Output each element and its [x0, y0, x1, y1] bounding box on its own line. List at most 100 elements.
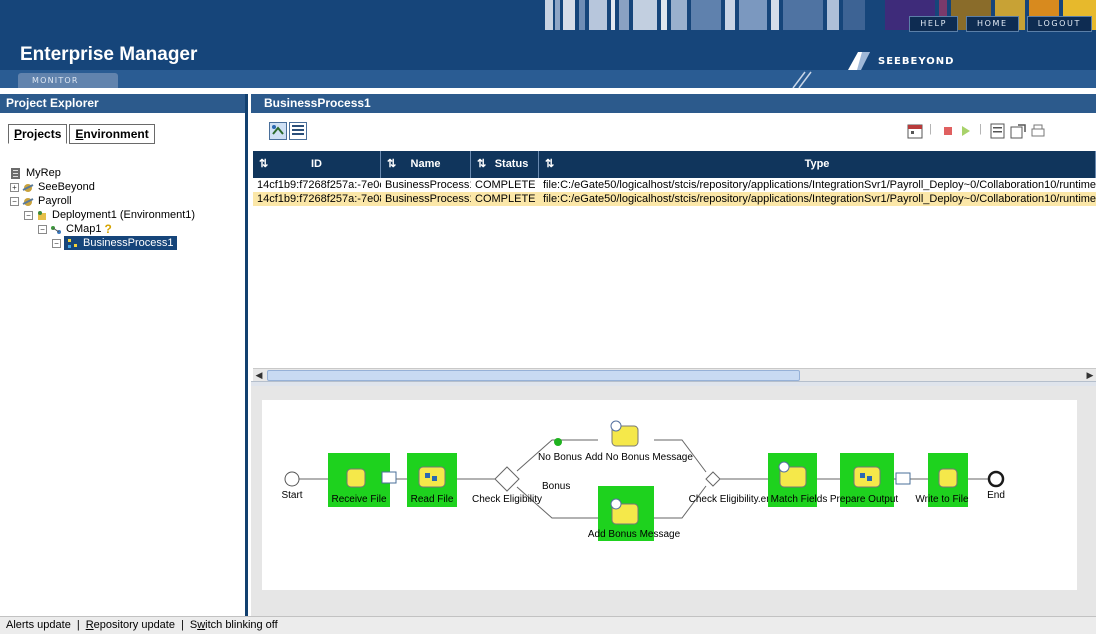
- check-eligibility-decision[interactable]: [494, 466, 520, 492]
- list-view-icon[interactable]: [289, 122, 307, 140]
- cell-name: BusinessProcess1: [385, 179, 471, 191]
- activity-label: Write to File: [915, 494, 969, 505]
- tree-item-myrep[interactable]: MyRep: [10, 166, 195, 180]
- activity-label: Prepare Output: [830, 494, 899, 505]
- project-explorer-panel: Project Explorer Projects Environment My…: [0, 94, 248, 616]
- tree-item-payroll[interactable]: − Payroll: [10, 194, 195, 208]
- expand-plus-icon[interactable]: +: [10, 182, 19, 192]
- tree-item-seebeyond[interactable]: + SeeBeyond: [10, 180, 195, 194]
- tree-item-label: SeeBeyond: [38, 181, 95, 193]
- project-explorer-title: Project Explorer: [0, 94, 245, 113]
- slash-decoration: [792, 71, 812, 88]
- table-header-row: ⇅ ID ⇅ Name ⇅ Status ⇅ Type: [253, 151, 1096, 178]
- unsaved-question-icon: ?: [104, 222, 112, 236]
- cell-id: 14cf1b9:f7268f257a:-7e08: [257, 193, 381, 205]
- cell-type: file:C:/eGate50/logicalhost/stcis/reposi…: [543, 193, 1096, 205]
- business-process-icon: [68, 238, 77, 248]
- resume-icon[interactable]: [957, 122, 975, 140]
- tree-item-cmap1[interactable]: − CMap1 ?: [38, 222, 195, 236]
- end-label: End: [987, 490, 1005, 501]
- tab-projects[interactable]: Projects: [8, 124, 68, 144]
- scroll-left-icon[interactable]: ◀: [253, 369, 265, 381]
- explorer-tabs: Projects Environment: [8, 124, 155, 144]
- merge-label: Check Eligibility.end: [689, 494, 778, 505]
- tree-item-businessprocess1[interactable]: − BusinessProcess1: [52, 236, 195, 250]
- export-icon[interactable]: [1009, 122, 1027, 140]
- home-button[interactable]: HOME: [966, 16, 1019, 32]
- toolbar: | |: [251, 113, 1096, 151]
- column-header-id[interactable]: ⇅ ID: [253, 151, 381, 178]
- repository-update-link[interactable]: Repository update: [86, 617, 175, 634]
- properties-icon[interactable]: [989, 122, 1007, 140]
- activity-label: Read File: [411, 494, 454, 505]
- project-icon: [22, 183, 34, 192]
- help-button[interactable]: HELP: [909, 16, 959, 32]
- collapse-minus-icon[interactable]: −: [52, 238, 61, 248]
- app-title: Enterprise Manager: [20, 44, 198, 65]
- sort-icon[interactable]: ⇅: [387, 151, 396, 178]
- project-tree: MyRep + SeeBeyond − Payroll − Deployment…: [10, 166, 195, 250]
- scrollbar-thumb[interactable]: [267, 370, 800, 381]
- repository-icon: [11, 167, 20, 179]
- calendar-icon[interactable]: [906, 122, 924, 140]
- tree-item-label: CMap1: [66, 223, 102, 235]
- brand-logo: SEEBEYOND: [848, 52, 954, 70]
- collapse-minus-icon[interactable]: −: [24, 210, 33, 220]
- selected-tree-label: BusinessProcess1: [64, 236, 177, 250]
- sort-icon[interactable]: ⇅: [259, 151, 268, 178]
- business-process-panel: BusinessProcess1 | | ⇅ ID ⇅ Name ⇅ Statu…: [251, 94, 1096, 616]
- tree-item-deployment1[interactable]: − Deployment1 (Environment1): [24, 208, 195, 222]
- start-label: Start: [281, 490, 302, 501]
- cell-status: COMPLETE: [475, 193, 536, 205]
- switch-blinking-off-link[interactable]: Switch blinking off: [190, 617, 278, 634]
- tree-item-label: Deployment1 (Environment1): [52, 209, 196, 221]
- print-icon[interactable]: [1029, 122, 1047, 140]
- cell-id: 14cf1b9:f7268f257a:-7e0c: [257, 179, 381, 191]
- column-header-status[interactable]: ⇅ Status: [471, 151, 539, 178]
- column-header-type[interactable]: ⇅ Type: [539, 151, 1096, 178]
- cell-name: BusinessProcess1: [385, 193, 471, 205]
- panel-title: BusinessProcess1: [251, 94, 1096, 113]
- transform-icon: [381, 471, 397, 484]
- table-row[interactable]: 14cf1b9:f7268f257a:-7e0c BusinessProcess…: [253, 178, 1096, 192]
- module-tab-bar: MONITOR: [0, 70, 1096, 88]
- diagram-area: Start Receive File Read File Check Eligi…: [251, 386, 1096, 616]
- tree-item-label: MyRep: [26, 167, 61, 179]
- separator: |: [76, 619, 80, 631]
- decision-label: Check Eligibility: [472, 494, 542, 505]
- brand-name: SEEBEYOND: [878, 55, 955, 67]
- deployment-icon: [38, 210, 46, 220]
- tab-environment[interactable]: Environment: [69, 124, 155, 144]
- sort-icon[interactable]: ⇅: [545, 151, 554, 178]
- connectivity-map-icon: [51, 225, 61, 234]
- activity-label: Add Bonus Message: [588, 529, 681, 540]
- collapse-minus-icon[interactable]: −: [38, 224, 47, 234]
- table-row[interactable]: 14cf1b9:f7268f257a:-7e08 BusinessProcess…: [253, 192, 1096, 206]
- app-header: HELP HOME LOGOUT Enterprise Manager SEEB…: [0, 0, 1096, 88]
- business-process-diagram: Start Receive File Read File Check Eligi…: [262, 400, 1077, 590]
- activity-label: Match Fields: [771, 494, 828, 505]
- horizontal-scrollbar[interactable]: ◀ ▶: [253, 368, 1096, 381]
- activity-label: Add No Bonus Message: [585, 452, 693, 463]
- stop-icon[interactable]: [939, 122, 957, 140]
- activity-label: Receive File: [331, 494, 386, 505]
- header-nav: HELP HOME LOGOUT: [909, 16, 1096, 34]
- seebeyond-logo-icon: [848, 52, 870, 70]
- scroll-right-icon[interactable]: ▶: [1084, 369, 1096, 381]
- alerts-update-link[interactable]: Alerts update: [6, 617, 71, 634]
- tree-item-label: Payroll: [38, 195, 72, 207]
- collapse-minus-icon[interactable]: −: [10, 196, 19, 206]
- cell-status: COMPLETE: [475, 179, 536, 191]
- branch-no-label: No Bonus: [538, 452, 582, 463]
- project-icon: [22, 197, 34, 206]
- column-header-name[interactable]: ⇅ Name: [381, 151, 471, 178]
- diagram-view-icon[interactable]: [269, 122, 287, 140]
- tab-monitor[interactable]: MONITOR: [18, 73, 118, 88]
- check-eligibility-merge[interactable]: [705, 471, 721, 487]
- status-bar: Alerts update | Repository update | Swit…: [0, 616, 1096, 634]
- separator: |: [180, 619, 184, 631]
- logout-button[interactable]: LOGOUT: [1026, 16, 1092, 32]
- cell-type: file:C:/eGate50/logicalhost/stcis/reposi…: [543, 179, 1096, 191]
- sort-icon[interactable]: ⇅: [477, 151, 486, 178]
- active-branch-indicator-icon: [554, 438, 562, 446]
